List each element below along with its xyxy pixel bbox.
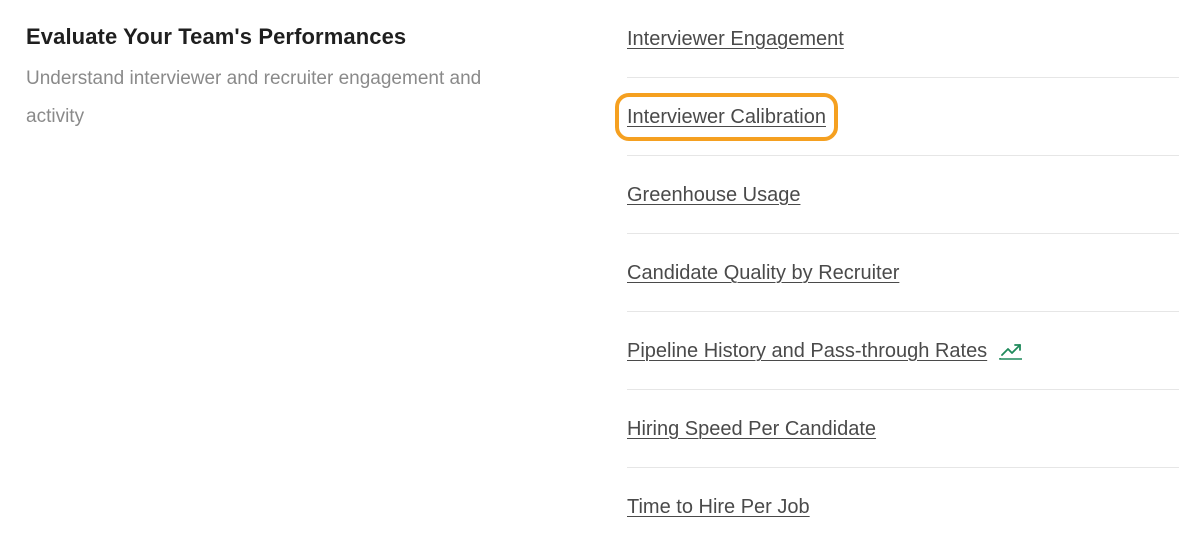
list-item: Time to Hire Per Job [627, 468, 1179, 545]
trend-chart-icon [999, 342, 1023, 360]
report-list: Interviewer Engagement Interviewer Calib… [615, 0, 1179, 545]
report-link-time-to-hire-per-job[interactable]: Time to Hire Per Job [627, 495, 810, 519]
report-link-interviewer-calibration[interactable]: Interviewer Calibration [615, 92, 838, 141]
report-link-interviewer-engagement[interactable]: Interviewer Engagement [627, 27, 844, 51]
list-item: Interviewer Calibration [615, 78, 1179, 156]
report-link-pipeline-history[interactable]: Pipeline History and Pass-through Rates [627, 339, 987, 363]
section-header: Evaluate Your Team's Performances Unders… [26, 22, 546, 136]
section-subtitle: Understand interviewer and recruiter eng… [26, 68, 482, 127]
report-link-greenhouse-usage[interactable]: Greenhouse Usage [627, 183, 800, 207]
report-link-candidate-quality-by-recruiter[interactable]: Candidate Quality by Recruiter [627, 261, 899, 285]
section-title: Evaluate Your Team's Performances [26, 24, 407, 49]
report-link-hiring-speed-per-candidate[interactable]: Hiring Speed Per Candidate [627, 417, 876, 441]
list-item: Greenhouse Usage [627, 156, 1179, 234]
list-item: Candidate Quality by Recruiter [627, 234, 1179, 312]
list-item: Interviewer Engagement [627, 0, 1179, 78]
list-item: Pipeline History and Pass-through Rates [627, 312, 1179, 390]
list-item: Hiring Speed Per Candidate [627, 390, 1179, 468]
